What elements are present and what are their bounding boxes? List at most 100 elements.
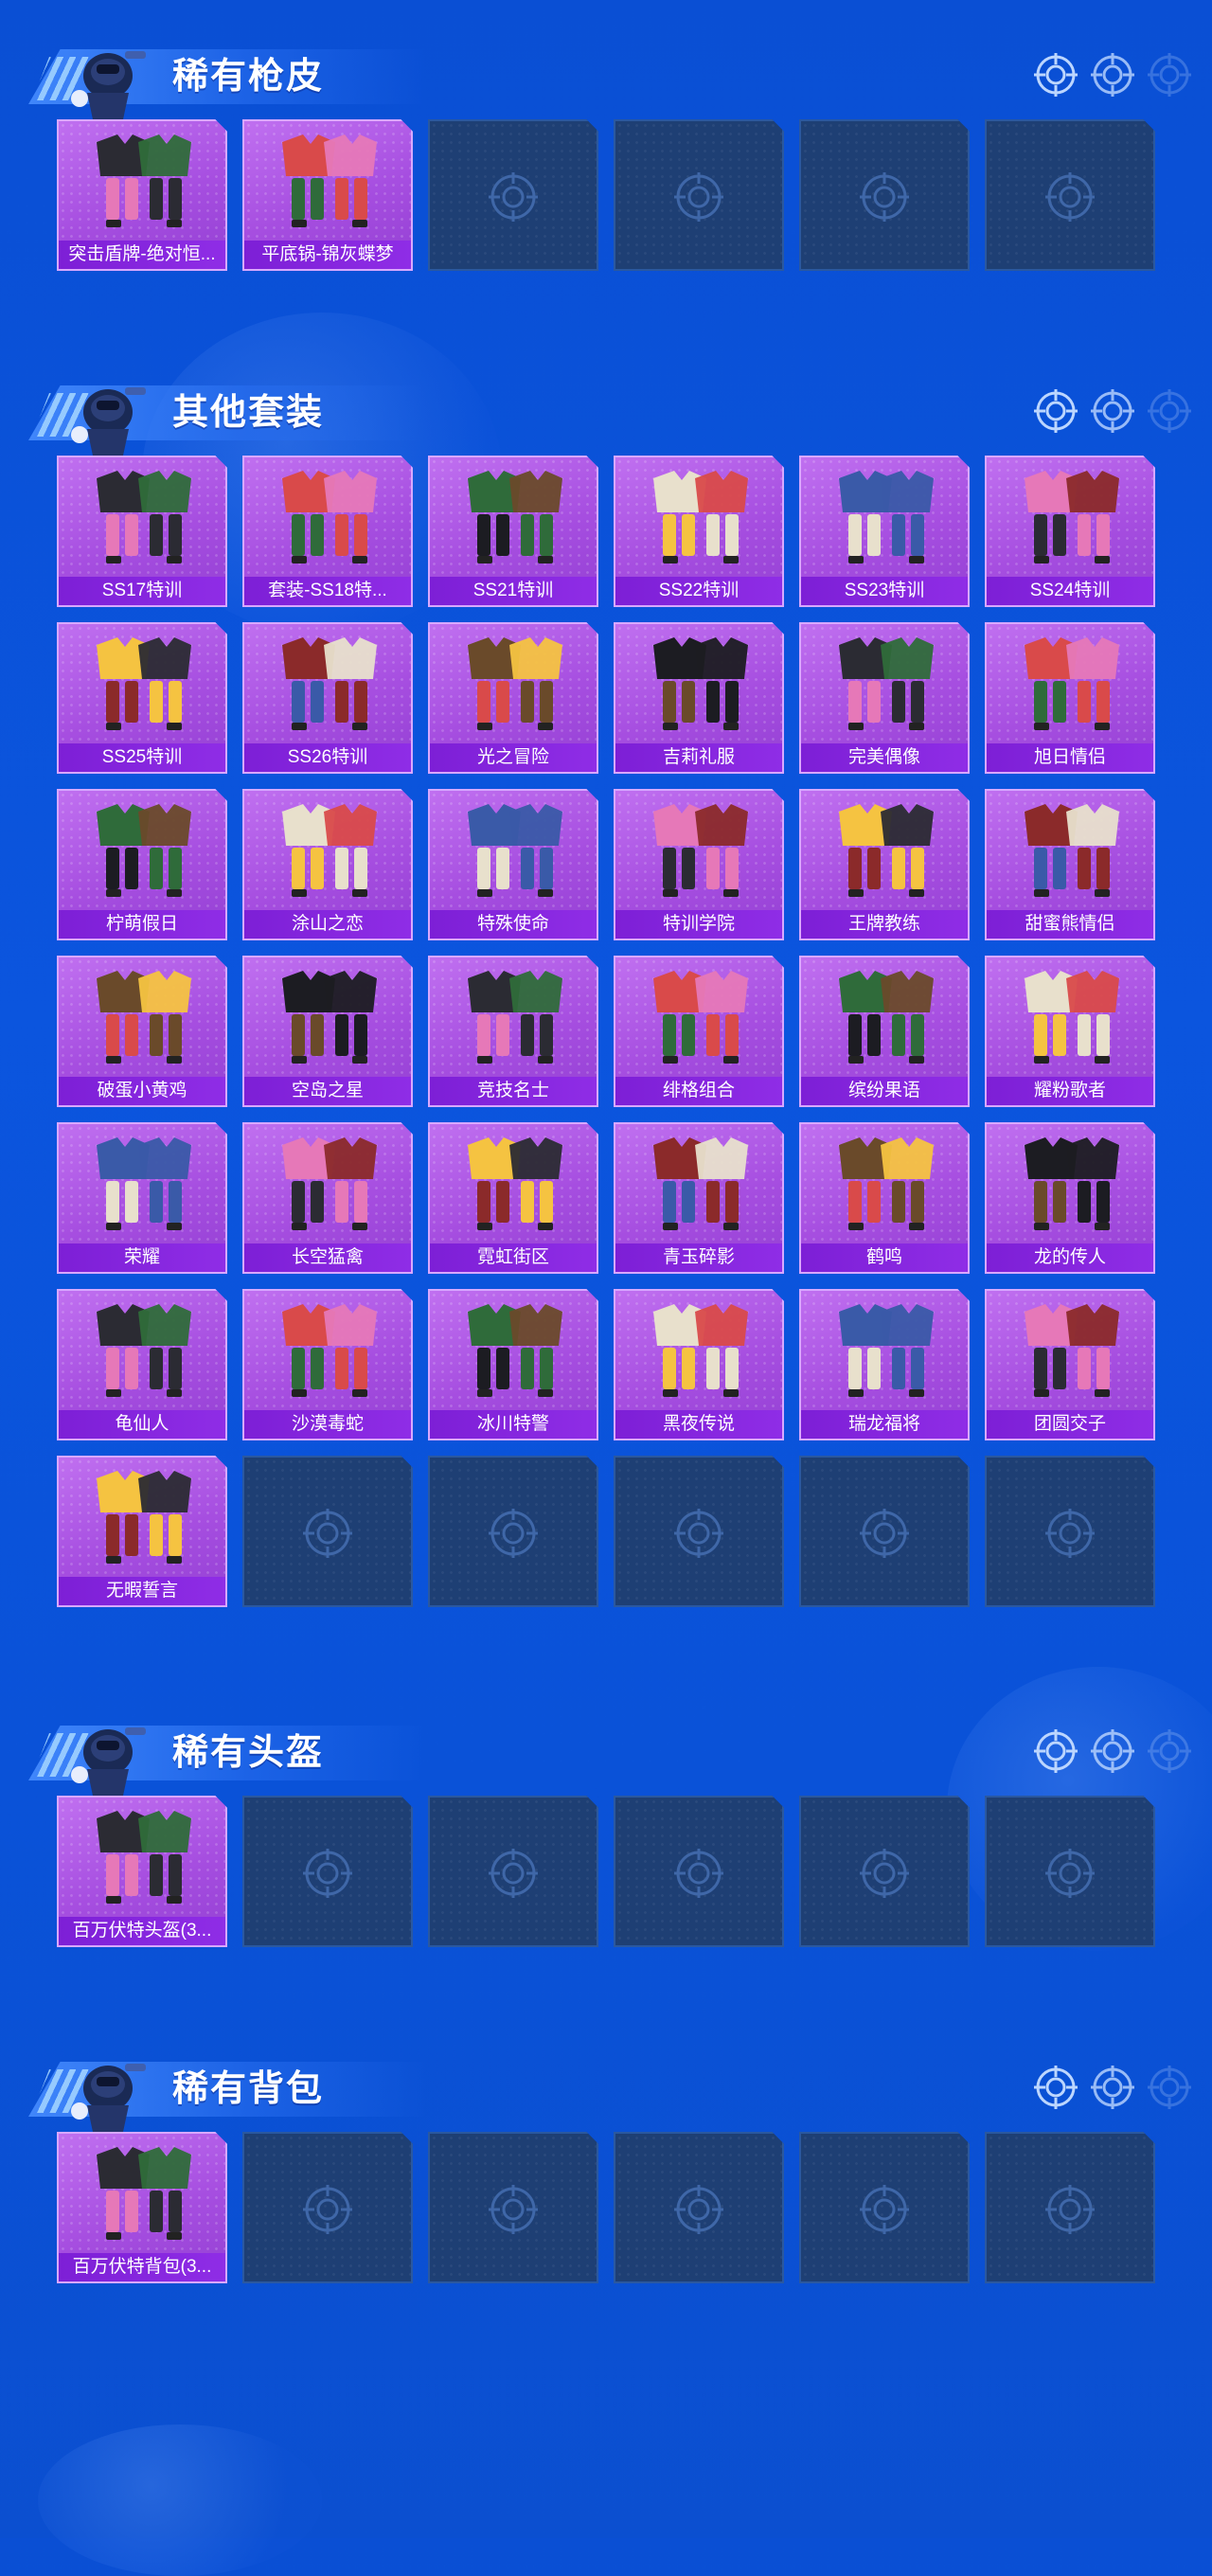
item-name: 完美偶像 xyxy=(801,743,968,772)
item-card[interactable]: 冰川特警 xyxy=(428,1289,598,1440)
page-indicator xyxy=(1034,2066,1191,2109)
item-image xyxy=(430,791,597,908)
item-card[interactable]: SS24特训 xyxy=(985,456,1155,607)
item-image xyxy=(615,957,782,1075)
crosshair-icon[interactable] xyxy=(1148,1729,1191,1773)
item-card[interactable]: 涂山之恋 xyxy=(242,789,413,940)
crosshair-icon[interactable] xyxy=(1091,389,1134,433)
empty-slot xyxy=(428,1456,598,1607)
item-card[interactable]: SS17特训 xyxy=(57,456,227,607)
mascot-icon xyxy=(59,38,153,123)
crosshair-icon[interactable] xyxy=(1091,2066,1134,2109)
crosshair-icon xyxy=(301,1507,354,1560)
crosshair-icon[interactable] xyxy=(1148,53,1191,97)
item-card[interactable]: 破蛋小黄鸡 xyxy=(57,956,227,1107)
item-card[interactable]: SS21特训 xyxy=(428,456,598,607)
item-card[interactable]: 青玉碎影 xyxy=(614,1122,784,1274)
empty-slot xyxy=(242,1796,413,1947)
item-image xyxy=(615,1291,782,1408)
item-image xyxy=(244,121,411,239)
item-image xyxy=(987,1291,1153,1408)
item-card[interactable]: 团圆交子 xyxy=(985,1289,1155,1440)
item-card[interactable]: 甜蜜熊情侣 xyxy=(985,789,1155,940)
item-image xyxy=(801,1291,968,1408)
crosshair-icon xyxy=(487,170,540,224)
item-card[interactable]: 霓虹街区 xyxy=(428,1122,598,1274)
item-card[interactable]: 瑞龙福将 xyxy=(799,1289,970,1440)
item-card[interactable]: 沙漠毒蛇 xyxy=(242,1289,413,1440)
crosshair-icon xyxy=(487,1847,540,1900)
item-card[interactable]: 百万伏特头盔(3... xyxy=(57,1796,227,1947)
crosshair-icon xyxy=(487,1507,540,1560)
mascot-icon xyxy=(59,1714,153,1799)
crosshair-icon[interactable] xyxy=(1034,2066,1078,2109)
item-card[interactable]: 王牌教练 xyxy=(799,789,970,940)
item-card[interactable]: 荣耀 xyxy=(57,1122,227,1274)
empty-slot xyxy=(985,1796,1155,1947)
item-card[interactable]: 耀粉歌者 xyxy=(985,956,1155,1107)
item-image xyxy=(430,624,597,742)
item-card[interactable]: 柠萌假日 xyxy=(57,789,227,940)
item-image xyxy=(244,957,411,1075)
item-name: 涂山之恋 xyxy=(244,910,411,939)
section-2: 稀有头盔 百万伏特头盔(3... xyxy=(0,1676,1212,1947)
item-name: 长空猛禽 xyxy=(244,1243,411,1272)
item-name: 耀粉歌者 xyxy=(987,1077,1153,1105)
item-card[interactable]: SS22特训 xyxy=(614,456,784,607)
item-name: 百万伏特头盔(3... xyxy=(59,1917,225,1945)
item-card[interactable]: 特训学院 xyxy=(614,789,784,940)
item-card[interactable]: 无暇誓言 xyxy=(57,1456,227,1607)
crosshair-icon[interactable] xyxy=(1034,53,1078,97)
item-name: 鹤鸣 xyxy=(801,1243,968,1272)
item-card[interactable]: 竞技名士 xyxy=(428,956,598,1107)
item-card[interactable]: 绯格组合 xyxy=(614,956,784,1107)
item-card[interactable]: 吉莉礼服 xyxy=(614,622,784,774)
item-card[interactable]: 特殊使命 xyxy=(428,789,598,940)
item-image xyxy=(987,457,1153,575)
item-image xyxy=(244,457,411,575)
item-name: 竞技名士 xyxy=(430,1077,597,1105)
item-card[interactable]: 百万伏特背包(3... xyxy=(57,2132,227,2283)
item-image xyxy=(615,457,782,575)
crosshair-icon[interactable] xyxy=(1034,389,1078,433)
crosshair-icon[interactable] xyxy=(1034,1729,1078,1773)
item-card[interactable]: 平底锅-锦灰蝶梦 xyxy=(242,119,413,271)
item-card[interactable]: 突击盾牌-绝对恒... xyxy=(57,119,227,271)
background-decoration xyxy=(38,2424,322,2576)
item-card[interactable]: SS25特训 xyxy=(57,622,227,774)
empty-slot xyxy=(799,1796,970,1947)
section-header: 其他套装 xyxy=(0,336,1212,456)
item-image xyxy=(987,1124,1153,1242)
item-name: 吉莉礼服 xyxy=(615,743,782,772)
crosshair-icon[interactable] xyxy=(1091,53,1134,97)
item-card[interactable]: SS26特训 xyxy=(242,622,413,774)
item-name: 龙的传人 xyxy=(987,1243,1153,1272)
crosshair-icon xyxy=(301,2183,354,2236)
section-3: 稀有背包 百万伏特背包(3... xyxy=(0,2012,1212,2283)
item-card[interactable]: 龙的传人 xyxy=(985,1122,1155,1274)
crosshair-icon[interactable] xyxy=(1091,1729,1134,1773)
empty-slot xyxy=(985,1456,1155,1607)
item-name: 团圆交子 xyxy=(987,1410,1153,1439)
item-card[interactable]: 龟仙人 xyxy=(57,1289,227,1440)
item-card[interactable]: 长空猛禽 xyxy=(242,1122,413,1274)
item-card[interactable]: 光之冒险 xyxy=(428,622,598,774)
item-card[interactable]: 完美偶像 xyxy=(799,622,970,774)
section-header: 稀有头盔 xyxy=(0,1676,1212,1796)
empty-slot xyxy=(428,119,598,271)
section-title: 稀有头盔 xyxy=(172,1733,325,1773)
crosshair-icon xyxy=(487,2183,540,2236)
item-card[interactable]: 套装-SS18特... xyxy=(242,456,413,607)
section-title: 其他套装 xyxy=(172,393,325,433)
item-card[interactable]: 缤纷果语 xyxy=(799,956,970,1107)
crosshair-icon xyxy=(1043,1507,1096,1560)
item-card[interactable]: SS23特训 xyxy=(799,456,970,607)
item-card[interactable]: 鹤鸣 xyxy=(799,1122,970,1274)
item-card[interactable]: 黑夜传说 xyxy=(614,1289,784,1440)
item-name: 青玉碎影 xyxy=(615,1243,782,1272)
crosshair-icon[interactable] xyxy=(1148,389,1191,433)
crosshair-icon[interactable] xyxy=(1148,2066,1191,2109)
item-card[interactable]: 旭日情侣 xyxy=(985,622,1155,774)
item-card[interactable]: 空岛之星 xyxy=(242,956,413,1107)
item-image xyxy=(430,1291,597,1408)
